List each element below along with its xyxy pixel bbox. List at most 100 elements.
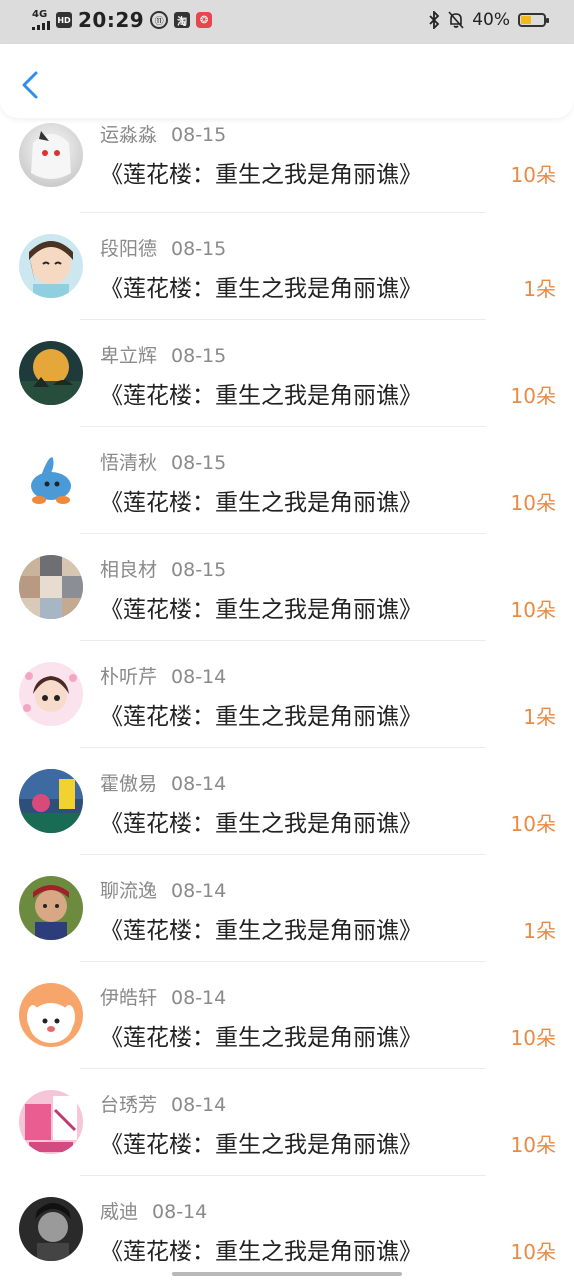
avatar[interactable] bbox=[19, 123, 83, 187]
user-name-line: 相良材 08-15 bbox=[100, 555, 226, 582]
divider bbox=[80, 1068, 486, 1069]
clock: 20:29 bbox=[78, 8, 145, 32]
flower-count: 10朵 bbox=[510, 1240, 556, 1264]
list-item[interactable]: 霍傲易 08-14 《莲花楼：重生之我是角丽谯》 10朵 bbox=[0, 753, 574, 860]
gift-date: 08-15 bbox=[171, 345, 227, 367]
item-title: 《莲花楼：重生之我是角丽谯》 bbox=[100, 162, 422, 188]
user-name-line: 台琇芳 08-14 bbox=[100, 1090, 226, 1117]
status-right: 40% bbox=[428, 10, 549, 30]
taobao-icon: 淘 bbox=[174, 12, 191, 28]
flower-count: 1朵 bbox=[523, 277, 556, 301]
list-item[interactable]: 聊流逸 08-14 《莲花楼：重生之我是角丽谯》 1朵 bbox=[0, 860, 574, 967]
gift-date: 08-14 bbox=[152, 1201, 208, 1223]
flower-count: 10朵 bbox=[510, 1026, 556, 1050]
divider bbox=[80, 747, 486, 748]
user-name-line: 霍傲易 08-14 bbox=[100, 769, 226, 796]
flower-count: 10朵 bbox=[510, 163, 556, 187]
user-name: 运淼淼 bbox=[100, 124, 158, 146]
gift-date: 08-15 bbox=[171, 124, 227, 146]
item-title: 《莲花楼：重生之我是角丽谯》 bbox=[100, 1239, 422, 1265]
battery-percent: 40% bbox=[472, 10, 510, 30]
item-title: 《莲花楼：重生之我是角丽谯》 bbox=[100, 918, 422, 944]
user-name: 段阳德 bbox=[100, 238, 158, 260]
signal-bars-icon bbox=[32, 20, 50, 30]
gift-date: 08-15 bbox=[171, 452, 227, 474]
gift-date: 08-14 bbox=[171, 1094, 227, 1116]
item-title: 《莲花楼：重生之我是角丽谯》 bbox=[100, 276, 422, 302]
list-item[interactable]: 伊皓轩 08-14 《莲花楼：重生之我是角丽谯》 10朵 bbox=[0, 967, 574, 1074]
status-bar: 4G HD 20:29 ⑪ 淘 ❂ 40% bbox=[0, 0, 574, 44]
list-item[interactable]: 卑立辉 08-15 《莲花楼：重生之我是角丽谯》 10朵 bbox=[0, 325, 574, 432]
item-title: 《莲花楼：重生之我是角丽谯》 bbox=[100, 490, 422, 516]
avatar[interactable] bbox=[19, 983, 83, 1047]
list-item[interactable]: 朴听芹 08-14 《莲花楼：重生之我是角丽谯》 1朵 bbox=[0, 646, 574, 753]
user-name: 台琇芳 bbox=[100, 1094, 158, 1116]
battery-icon bbox=[518, 13, 549, 27]
divider bbox=[80, 854, 486, 855]
bluetooth-icon bbox=[429, 11, 440, 29]
user-name: 伊皓轩 bbox=[100, 987, 158, 1009]
network-type: 4G bbox=[32, 9, 48, 20]
user-name-line: 聊流逸 08-14 bbox=[100, 876, 226, 903]
user-name: 霍傲易 bbox=[100, 773, 158, 795]
item-title: 《莲花楼：重生之我是角丽谯》 bbox=[100, 811, 422, 837]
user-name-line: 朴听芹 08-14 bbox=[100, 662, 226, 689]
divider bbox=[80, 319, 486, 320]
list-item[interactable]: 悟清秋 08-15 《莲花楼：重生之我是角丽谯》 10朵 bbox=[0, 432, 574, 539]
gift-date: 08-14 bbox=[171, 666, 227, 688]
chevron-left-icon[interactable] bbox=[18, 70, 42, 100]
flower-count: 10朵 bbox=[510, 812, 556, 836]
list-item[interactable]: 台琇芳 08-14 《莲花楼：重生之我是角丽谯》 10朵 bbox=[0, 1074, 574, 1181]
user-name: 威迪 bbox=[100, 1201, 139, 1223]
user-name-line: 运淼淼 08-15 bbox=[100, 120, 226, 147]
flower-count: 10朵 bbox=[510, 384, 556, 408]
item-title: 《莲花楼：重生之我是角丽谯》 bbox=[100, 704, 422, 730]
list-item[interactable]: 运淼淼 08-15 《莲花楼：重生之我是角丽谯》 10朵 bbox=[0, 118, 574, 218]
item-title: 《莲花楼：重生之我是角丽谯》 bbox=[100, 1025, 422, 1051]
divider bbox=[80, 533, 486, 534]
user-name: 朴听芹 bbox=[100, 666, 158, 688]
user-name: 卑立辉 bbox=[100, 345, 158, 367]
flower-count: 1朵 bbox=[523, 919, 556, 943]
avatar[interactable] bbox=[19, 341, 83, 405]
user-name: 相良材 bbox=[100, 559, 158, 581]
hd-badge: HD bbox=[56, 12, 72, 28]
item-title: 《莲花楼：重生之我是角丽谯》 bbox=[100, 1132, 422, 1158]
flower-count: 1朵 bbox=[523, 705, 556, 729]
avatar[interactable] bbox=[19, 555, 83, 619]
gift-date: 08-15 bbox=[171, 559, 227, 581]
gift-record-list: 运淼淼 08-15 《莲花楼：重生之我是角丽谯》 10朵 段阳德 08-15 《莲花… bbox=[0, 118, 574, 1280]
avatar[interactable] bbox=[19, 769, 83, 833]
list-item[interactable]: 段阳德 08-15 《莲花楼：重生之我是角丽谯》 1朵 bbox=[0, 218, 574, 325]
home-indicator[interactable] bbox=[172, 1272, 402, 1276]
user-name-line: 卑立辉 08-15 bbox=[100, 341, 226, 368]
divider bbox=[80, 1175, 486, 1176]
list-item[interactable]: 相良材 08-15 《莲花楼：重生之我是角丽谯》 10朵 bbox=[0, 539, 574, 646]
gift-date: 08-14 bbox=[171, 880, 227, 902]
divider bbox=[80, 640, 486, 641]
gift-date: 08-14 bbox=[171, 773, 227, 795]
avatar[interactable] bbox=[19, 234, 83, 298]
user-name: 聊流逸 bbox=[100, 880, 158, 902]
avatar[interactable] bbox=[19, 1197, 83, 1261]
flower-count: 10朵 bbox=[510, 1133, 556, 1157]
avatar[interactable] bbox=[19, 876, 83, 940]
user-name-line: 段阳德 08-15 bbox=[100, 234, 226, 261]
divider bbox=[80, 212, 486, 213]
flower-count: 10朵 bbox=[510, 598, 556, 622]
signal-indicator: 4G bbox=[32, 10, 50, 30]
divider bbox=[80, 961, 486, 962]
user-name: 悟清秋 bbox=[100, 452, 158, 474]
list-item[interactable]: 威迪 08-14 《莲花楼：重生之我是角丽谯》 10朵 bbox=[0, 1181, 574, 1280]
app-notification-icon: ❂ bbox=[196, 12, 213, 28]
avatar[interactable] bbox=[19, 662, 83, 726]
avatar[interactable] bbox=[19, 448, 83, 512]
gift-date: 08-14 bbox=[171, 987, 227, 1009]
item-title: 《莲花楼：重生之我是角丽谯》 bbox=[100, 383, 422, 409]
nav-bar bbox=[0, 44, 574, 118]
user-name-line: 威迪 08-14 bbox=[100, 1197, 207, 1224]
notification-icon: ⑪ bbox=[150, 11, 169, 29]
avatar[interactable] bbox=[19, 1090, 83, 1154]
divider bbox=[80, 426, 486, 427]
status-left: 4G HD 20:29 ⑪ 淘 ❂ bbox=[32, 8, 213, 32]
